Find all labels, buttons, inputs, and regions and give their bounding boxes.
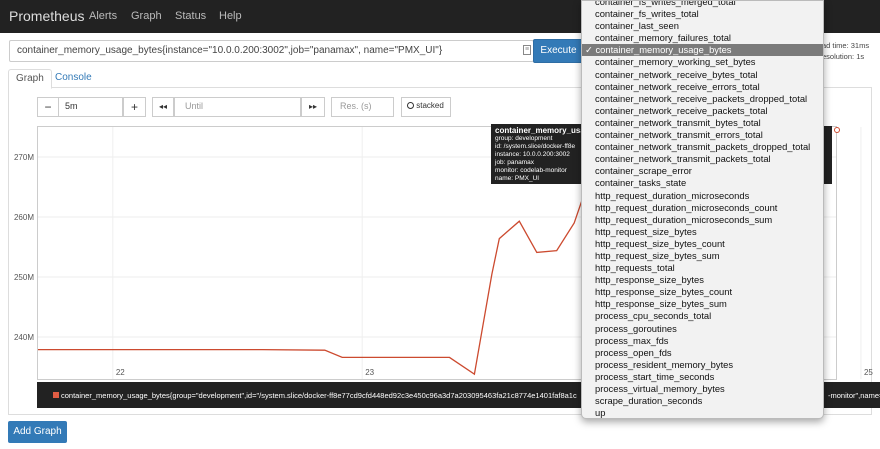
autocomplete-item[interactable]: container_memory_failures_total [582,32,823,44]
metric-autocomplete-dropdown[interactable]: container_fs_writes_merged_total containe… [581,0,824,419]
autocomplete-item[interactable]: process_virtual_memory_bytes [582,383,823,395]
autocomplete-item[interactable]: http_request_size_bytes [582,226,823,238]
autocomplete-item[interactable]: container_last_seen [582,20,823,32]
autocomplete-item[interactable]: container_network_receive_errors_total [582,81,823,93]
range-decrease-button[interactable]: − [37,97,59,117]
time-forward-button[interactable]: ▸▸ [301,97,325,117]
autocomplete-item[interactable]: container_fs_writes_total [582,8,823,20]
execute-button[interactable]: Execute [533,39,584,63]
tooltip-line: id: /system.slice/docker-ff8e [495,143,576,150]
query-stats: ad time: 31ms esolution: 1s [822,40,869,62]
tooltip-line: group: development [495,135,553,142]
range-input[interactable]: 5m [58,97,123,117]
nav-help[interactable]: Help [219,10,242,22]
brand-logo[interactable]: Prometheus [9,8,84,24]
tooltip-line: name: PMX_UI [495,175,540,182]
autocomplete-item[interactable]: ✓ container_memory_usage_bytes [582,44,823,57]
range-increase-button[interactable]: + [123,97,146,117]
autocomplete-item[interactable]: scrape_duration_seconds [582,395,823,407]
autocomplete-item[interactable]: up [582,407,823,418]
autocomplete-item[interactable]: container_network_transmit_packets_total [582,153,823,165]
hover-tooltip: container_memory_usage_bytes group: deve… [491,124,591,184]
legend-series-label[interactable]: container_memory_usage_bytes{group="deve… [61,391,577,400]
nav-alerts[interactable]: Alerts [89,10,117,22]
autocomplete-item[interactable]: container_tasks_state [582,177,823,189]
autocomplete-item[interactable]: http_response_size_bytes_count [582,286,823,298]
expression-input[interactable]: container_memory_usage_bytes{instance="1… [9,40,534,62]
autocomplete-item[interactable]: container_memory_working_set_bytes [582,56,823,68]
autocomplete-item[interactable]: http_request_duration_microseconds_count [582,202,823,214]
autocomplete-item[interactable]: process_open_fds [582,347,823,359]
stacked-radio-icon [407,102,414,109]
tooltip-line: job: panamax [495,159,535,166]
autocomplete-item[interactable]: container_fs_writes_merged_total [582,1,823,8]
stacked-toggle[interactable]: stacked [401,97,451,117]
time-back-button[interactable]: ◂◂ [152,97,174,117]
autocomplete-item[interactable]: process_goroutines [582,323,823,335]
tab-console[interactable]: Console [48,69,99,89]
autocomplete-item[interactable]: http_requests_total [582,262,823,274]
legend-swatch[interactable] [53,392,59,398]
autocomplete-item[interactable]: container_network_transmit_errors_total [582,129,823,141]
load-time-text: ad time: 31ms [822,41,870,50]
metrics-explorer-icon[interactable]: ≡ [523,45,531,55]
tab-graph[interactable]: Graph [8,69,52,89]
autocomplete-item[interactable]: http_request_size_bytes_sum [582,250,823,262]
autocomplete-item[interactable]: process_start_time_seconds [582,371,823,383]
autocomplete-item[interactable]: container_scrape_error [582,165,823,177]
autocomplete-item[interactable]: container_network_transmit_bytes_total [582,117,823,129]
hover-detail-right [824,126,832,184]
autocomplete-item[interactable]: process_cpu_seconds_total [582,310,823,322]
add-graph-button[interactable]: Add Graph [8,421,67,443]
until-input[interactable]: Until [174,97,301,117]
autocomplete-item[interactable]: container_network_receive_packets_total [582,105,823,117]
autocomplete-item[interactable]: container_network_transmit_packets_dropp… [582,141,823,153]
autocomplete-item[interactable]: http_response_size_bytes [582,274,823,286]
legend-series-label-tail: -monitor",name= [828,391,880,400]
resolution-input[interactable]: Res. (s) [331,97,394,117]
autocomplete-item[interactable]: http_request_size_bytes_count [582,238,823,250]
tooltip-line: instance: 10.0.0.200:3002 [495,151,570,158]
autocomplete-item[interactable]: http_request_duration_microseconds [582,190,823,202]
autocomplete-item[interactable]: http_response_size_bytes_sum [582,298,823,310]
nav-graph[interactable]: Graph [131,10,162,22]
tooltip-line: monitor: codelab-monitor [495,167,567,174]
autocomplete-item[interactable]: http_request_duration_microseconds_sum [582,214,823,226]
resolution-text: esolution: 1s [822,52,865,61]
stacked-label: stacked [416,101,444,110]
autocomplete-item[interactable]: container_network_receive_bytes_total [582,69,823,81]
autocomplete-item[interactable]: process_resident_memory_bytes [582,359,823,371]
nav-status[interactable]: Status [175,10,206,22]
autocomplete-item[interactable]: process_max_fds [582,335,823,347]
tooltip-title: container_memory_usage_bytes [495,126,591,135]
autocomplete-item[interactable]: container_network_receive_packets_droppe… [582,93,823,105]
